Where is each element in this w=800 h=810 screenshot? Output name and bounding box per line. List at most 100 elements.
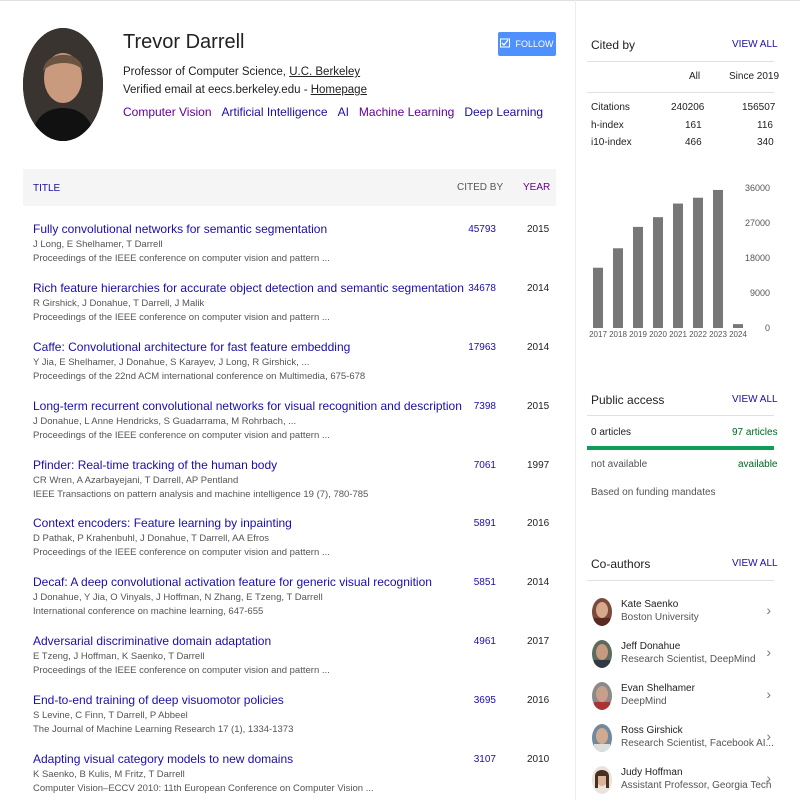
cited-by-view-all[interactable]: VIEW ALL [732, 39, 778, 50]
chart-bar-2017[interactable] [593, 267, 603, 328]
chevron-right-icon: › [766, 602, 771, 618]
chevron-right-icon: › [766, 686, 771, 702]
sort-by-title[interactable]: TITLE [33, 183, 60, 194]
chart-x-label: 2020 [649, 330, 667, 339]
research-interests: Computer Vision Artificial Intelligence … [123, 105, 543, 119]
coauthors-view-all[interactable]: VIEW ALL [732, 558, 778, 569]
chart-bar-2022[interactable] [693, 197, 703, 328]
profile-email: Verified email at eecs.berkeley.edu - Ho… [123, 84, 367, 96]
articles-table-header: TITLE CITED BY YEAR [23, 169, 556, 206]
article-cited-by[interactable]: 5891 [474, 518, 496, 529]
chart-x-label: 2019 [629, 330, 647, 339]
chart-y-tick: 18000 [745, 253, 770, 263]
chart-bar-2020[interactable] [653, 217, 663, 328]
chart-x-label: 2017 [589, 330, 607, 339]
article-cited-by[interactable]: 7398 [474, 401, 496, 412]
article-venue: The Journal of Machine Learning Research… [33, 724, 294, 735]
interest-machine-learning[interactable]: Machine Learning [359, 105, 454, 119]
pa-note: Based on funding mandates [591, 487, 716, 498]
article-title[interactable]: Pfinder: Real-time tracking of the human… [33, 458, 277, 472]
chart-bar-2019[interactable] [633, 226, 643, 328]
public-access-view-all[interactable]: VIEW ALL [732, 394, 778, 405]
article-cited-by[interactable]: 4961 [474, 636, 496, 647]
article-row: Adversarial discriminative domain adapta… [23, 634, 556, 692]
coauthor-name[interactable]: Jeff Donahue [621, 641, 680, 652]
chart-bar-2023[interactable] [713, 189, 723, 328]
column-divider [575, 0, 576, 800]
article-venue: Proceedings of the IEEE conference on co… [33, 312, 330, 323]
coauthor-item[interactable]: Kate Saenko Boston University › [587, 596, 774, 638]
article-title[interactable]: Decaf: A deep convolutional activation f… [33, 575, 432, 589]
article-cited-by[interactable]: 34678 [468, 283, 496, 294]
chart-bar-2021[interactable] [673, 203, 683, 328]
coauthor-item[interactable]: Ross Girshick Research Scientist, Facebo… [587, 722, 774, 764]
profile-name: Trevor Darrell [123, 31, 245, 53]
interest-artificial-intelligence[interactable]: Artificial Intelligence [222, 105, 328, 119]
cited-by-divider [587, 61, 774, 62]
article-cited-by[interactable]: 3107 [474, 754, 496, 765]
article-title[interactable]: Long-term recurrent convolutional networ… [33, 399, 462, 413]
article-venue: International conference on machine lear… [33, 606, 264, 617]
article-authors: J Donahue, Y Jia, O Vinyals, J Hoffman, … [33, 592, 323, 603]
article-year: 2016 [527, 695, 550, 706]
coauthor-item[interactable]: Jeff Donahue Research Scientist, DeepMin… [587, 638, 774, 680]
article-title[interactable]: Context encoders: Feature learning by in… [33, 516, 292, 530]
article-cited-by[interactable]: 3695 [474, 695, 496, 706]
pa-unavailable-count[interactable]: 0 articles [591, 427, 631, 438]
coauthor-name[interactable]: Evan Shelhamer [621, 683, 695, 694]
article-title[interactable]: Adversarial discriminative domain adapta… [33, 634, 271, 648]
coauthor-affiliation: DeepMind [621, 696, 667, 707]
article-row: Long-term recurrent convolutional networ… [23, 399, 556, 457]
profile-photo [23, 28, 103, 141]
chevron-right-icon: › [766, 728, 771, 744]
article-cited-by[interactable]: 7061 [474, 460, 496, 471]
chart-y-tick: 36000 [745, 183, 770, 193]
article-title[interactable]: Caffe: Convolutional architecture for fa… [33, 340, 350, 354]
follow-label: FOLLOW [515, 39, 554, 49]
article-authors: S Levine, C Finn, T Darrell, P Abbeel [33, 710, 188, 721]
article-authors: Y Jia, E Shelhamer, J Donahue, S Karayev… [33, 357, 310, 368]
affiliation-text: Professor of Computer Science, [123, 66, 290, 78]
article-cited-by[interactable]: 45793 [468, 224, 496, 235]
coauthor-item[interactable]: Evan Shelhamer DeepMind › [587, 680, 774, 722]
follow-button[interactable]: FOLLOW [498, 32, 556, 56]
col-since-header: Since 2019 [729, 71, 780, 82]
coauthor-name[interactable]: Ross Girshick [621, 725, 683, 736]
coauthor-name[interactable]: Kate Saenko [621, 599, 678, 610]
stat-hindex-since: 116 [757, 120, 773, 131]
pa-available-count[interactable]: 97 articles [732, 427, 778, 438]
article-row: Context encoders: Feature learning by in… [23, 516, 556, 574]
homepage-link[interactable]: Homepage [311, 84, 367, 96]
interest-computer-vision[interactable]: Computer Vision [123, 105, 212, 119]
article-year: 2010 [527, 754, 550, 765]
chart-x-label: 2022 [689, 330, 707, 339]
article-title[interactable]: End-to-end training of deep visuomotor p… [33, 693, 284, 707]
pa-available-label: available [738, 459, 778, 470]
article-title[interactable]: Fully convolutional networks for semanti… [33, 222, 327, 236]
chart-bar-2024[interactable] [733, 324, 743, 328]
article-title[interactable]: Rich feature hierarchies for accurate ob… [33, 281, 464, 295]
chart-bar-2018[interactable] [613, 248, 623, 328]
interest-deep-learning[interactable]: Deep Learning [464, 105, 543, 119]
affiliation-link[interactable]: U.C. Berkeley [289, 66, 360, 78]
article-authors: E Tzeng, J Hoffman, K Saenko, T Darrell [33, 651, 205, 662]
sort-by-cited[interactable]: CITED BY [457, 182, 503, 193]
article-venue: IEEE Transactions on pattern analysis an… [33, 489, 369, 500]
coauthor-photo [592, 682, 612, 710]
coauthor-name[interactable]: Judy Hoffman [621, 767, 683, 778]
article-cited-by[interactable]: 5851 [474, 577, 496, 588]
article-year: 2016 [527, 518, 550, 529]
stat-label-hindex: h-index [591, 120, 624, 131]
article-year: 2014 [527, 283, 550, 294]
stat-label-i10: i10-index [591, 137, 632, 148]
article-row: Decaf: A deep convolutional activation f… [23, 575, 556, 633]
article-cited-by[interactable]: 17963 [468, 342, 496, 353]
article-title[interactable]: Adapting visual category models to new d… [33, 752, 293, 766]
stat-citations-since: 156507 [742, 102, 776, 113]
chart-x-label: 2018 [609, 330, 627, 339]
interest-ai[interactable]: AI [338, 105, 349, 119]
cited-by-title: Cited by [591, 38, 636, 52]
article-venue: Proceedings of the IEEE conference on co… [33, 665, 330, 676]
article-year: 2014 [527, 342, 550, 353]
sort-by-year[interactable]: YEAR [523, 182, 550, 193]
